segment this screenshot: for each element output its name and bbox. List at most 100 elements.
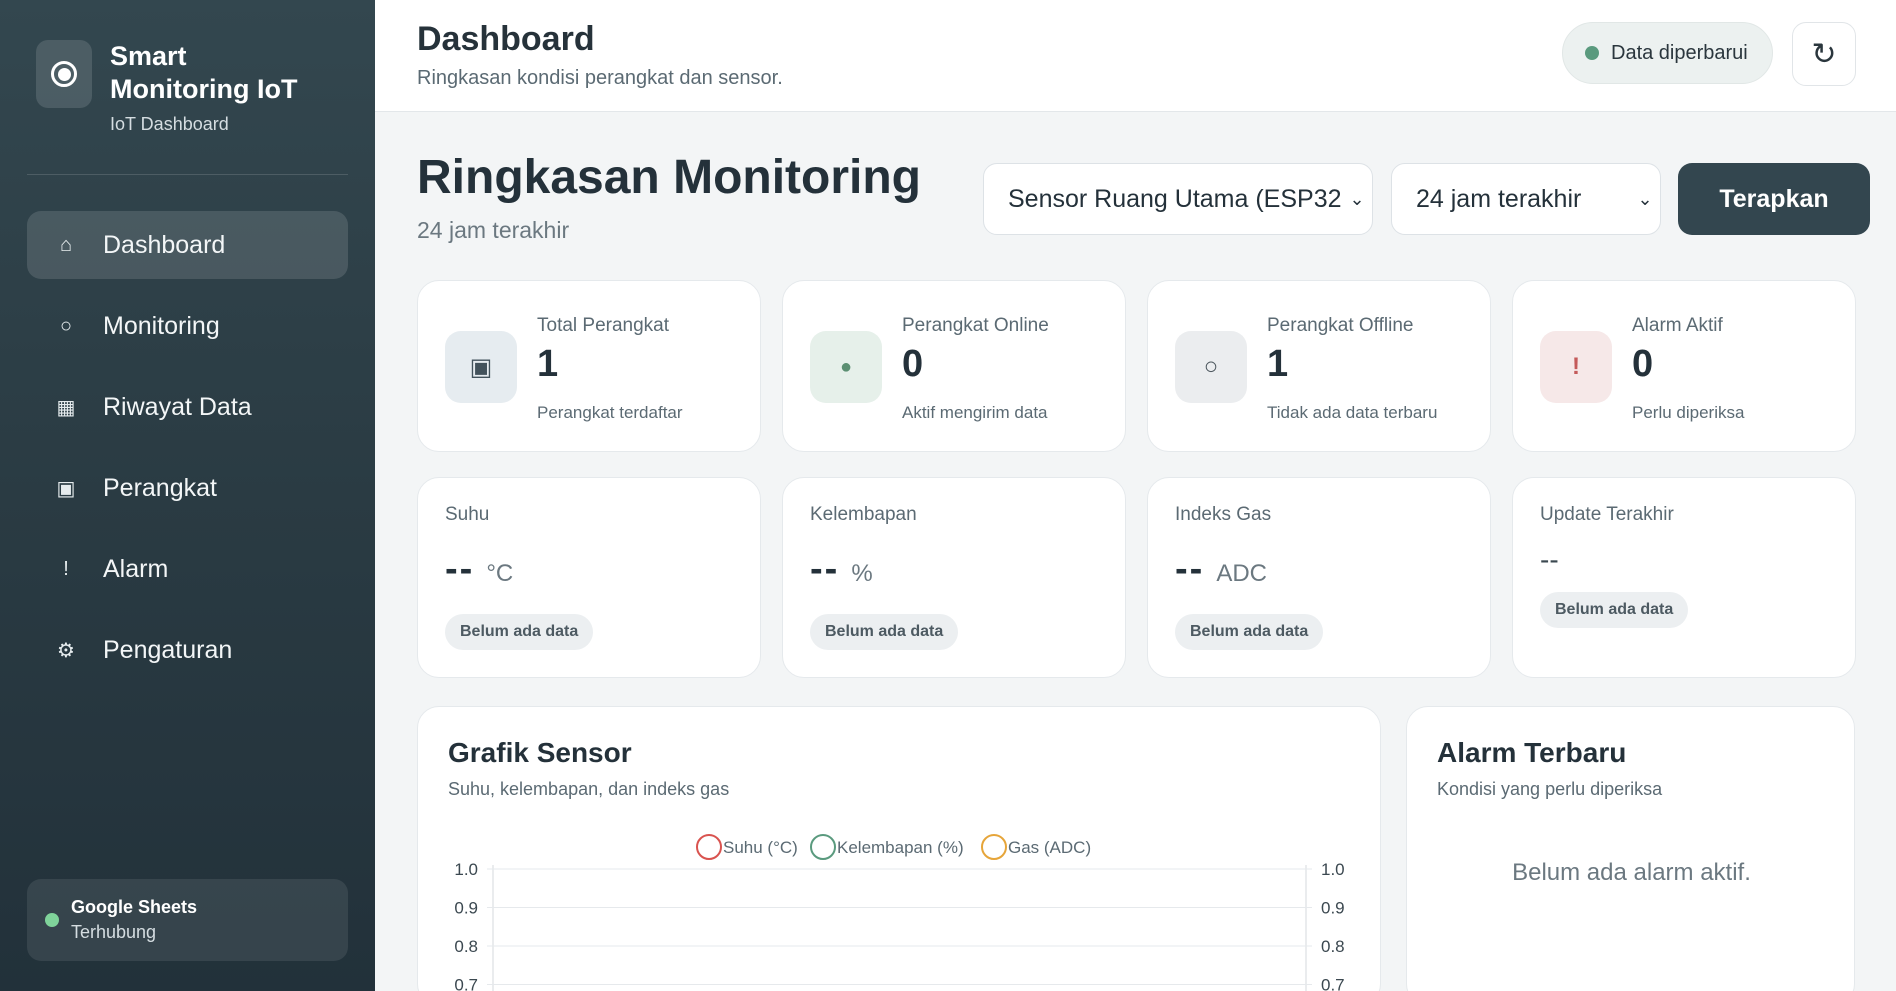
metric-label: Suhu [445,504,490,525]
metric-value: -- [810,548,840,590]
sidebar-item-pengaturan[interactable]: ⚙ Pengaturan [27,616,348,684]
range-select[interactable]: 24 jam terakhir ⌄ [1391,163,1661,235]
stat-note: Perlu diperiksa [1632,403,1745,422]
status-text: Data diperbarui [1611,41,1748,64]
alarm-icon: ! [1540,331,1612,403]
legend-label: Kelembapan (%) [837,838,964,857]
stat-note: Tidak ada data terbaru [1267,403,1438,422]
metric-unit: % [851,560,873,587]
brand-subtitle: IoT Dashboard [110,114,229,134]
stat-card-perangkat-offline: ○ Perangkat Offline 1 Tidak ada data ter… [1147,280,1491,452]
device-select-value: Sensor Ruang Utama (ESP32-0 [1008,184,1342,213]
stat-value: 0 [1632,343,1654,385]
sidebar-item-alarm[interactable]: ! Alarm [27,535,348,603]
legend-label: Suhu (°C) [723,838,798,857]
metric-value: -- [1540,544,1559,575]
sidebar-item-riwayat-data[interactable]: ▦ Riwayat Data [27,373,348,441]
gear-icon: ⚙ [57,639,75,662]
topbar: Dashboard Ringkasan kondisi perangkat da… [375,0,1896,112]
brand-title: Smart Monitoring IoT [110,41,298,104]
sidebar-item-label: Riwayat Data [103,392,252,421]
sidebar-item-dashboard[interactable]: ⌂ Dashboard [27,211,348,279]
metric-card-suhu: Suhu -- °C Belum ada data [417,477,761,678]
status-badge: Belum ada data [810,614,959,650]
sync-status: Terhubung [71,922,157,942]
stat-card-total-perangkat: ▣ Total Perangkat 1 Perangkat terdaftar [417,280,761,452]
sidebar-divider [27,174,348,175]
sensor-chart: Suhu (°C) Kelembapan (%) Gas (ADC) 1.0 0.9 0.… [454,834,1345,991]
device-icon: ▣ [445,331,517,403]
alarm-empty-message: Belum ada alarm aktif. [1512,859,1751,886]
chevron-down-icon: ⌄ [1349,188,1365,209]
page-subtitle: Ringkasan kondisi perangkat dan sensor. [417,67,783,89]
metric-card-update-terakhir: Update Terakhir -- Belum ada data [1512,477,1856,678]
status-badge: Data diperbarui [1562,22,1773,84]
y2-tick-label: 1.0 [1321,860,1345,879]
metric-card-indeks-gas: Indeks Gas -- ADC Belum ada data [1147,477,1491,678]
summary-range: 24 jam terakhir [417,217,570,243]
sync-title: Google Sheets [71,897,198,917]
grid-icon: ▦ [56,396,76,419]
offline-circle-icon: ○ [1175,331,1247,403]
connection-dot-icon [45,913,59,927]
exclamation-icon: ! [63,557,69,580]
alarm-title: Alarm Terbaru [1437,737,1627,768]
sidebar-item-label: Alarm [103,554,169,583]
metric-unit: °C [486,560,514,587]
online-dot-icon: ● [810,331,882,403]
stat-value: 0 [902,343,924,385]
metric-value: -- [1175,548,1205,590]
metric-unit: ADC [1216,560,1267,587]
y-tick-label: 0.8 [454,937,478,956]
sync-status-box: Google Sheets Terhubung [27,879,348,961]
radio-target-icon [36,40,92,108]
y-tick-label: 1.0 [454,860,478,879]
legend-marker [810,834,836,860]
metric-label: Kelembapan [810,504,917,525]
circle-icon: ○ [59,314,73,337]
device-icon: ▣ [56,477,76,500]
y-tick-label: 0.9 [454,899,478,918]
chevron-down-icon: ⌄ [1637,188,1653,209]
chart-card: Grafik Sensor Suhu, kelembapan, dan inde… [417,706,1381,991]
metric-label: Update Terakhir [1540,504,1674,525]
sidebar-item-perangkat[interactable]: ▣ Perangkat [27,454,348,522]
status-badge: Belum ada data [1175,614,1324,650]
sidebar-item-label: Dashboard [103,230,226,259]
sidebar-item-label: Pengaturan [103,635,233,664]
alarm-card: Alarm Terbaru Kondisi yang perlu diperik… [1406,706,1855,991]
sidebar: Smart Monitoring IoT IoT Dashboard ⌂ Das… [0,0,375,991]
y2-tick-label: 0.9 [1321,899,1345,918]
page-title: Dashboard [417,20,595,58]
range-select-value: 24 jam terakhir [1416,184,1582,213]
legend-marker [981,834,1007,860]
stat-card-perangkat-online: ● Perangkat Online 0 Aktif mengirim data [782,280,1126,452]
status-dot-icon [1585,46,1599,60]
stat-note: Perangkat terdaftar [537,403,683,422]
stat-label: Total Perangkat [537,315,670,336]
brand: Smart Monitoring IoT IoT Dashboard [36,40,330,135]
stat-label: Perangkat Offline [1267,315,1414,336]
sidebar-item-label: Perangkat [103,473,217,502]
apply-button[interactable]: Terapkan [1678,163,1870,235]
y2-tick-label: 0.8 [1321,937,1345,956]
stat-value: 1 [537,343,559,385]
metric-value: -- [445,548,475,590]
status-badge: Belum ada data [445,614,594,650]
home-icon: ⌂ [59,233,73,256]
sidebar-item-monitoring[interactable]: ○ Monitoring [27,292,348,360]
legend-label: Gas (ADC) [1008,838,1091,857]
refresh-button[interactable]: ↻ [1792,22,1856,86]
stat-value: 1 [1267,343,1289,385]
metric-label: Indeks Gas [1175,504,1272,525]
stat-label: Perangkat Online [902,315,1049,336]
stat-note: Aktif mengirim data [902,403,1048,422]
summary-heading: Ringkasan Monitoring [417,151,921,204]
y-tick-label: 0.7 [454,976,478,991]
stat-card-alarm-aktif: ! Alarm Aktif 0 Perlu diperiksa [1512,280,1856,452]
status-badge: Belum ada data [1540,592,1689,628]
metric-card-kelembapan: Kelembapan -- % Belum ada data [782,477,1126,678]
sidebar-nav: ⌂ Dashboard ○ Monitoring ▦ Riwayat Data … [27,211,348,697]
device-select[interactable]: Sensor Ruang Utama (ESP32-0 ⌄ [983,163,1373,235]
stat-label: Alarm Aktif [1632,315,1723,336]
